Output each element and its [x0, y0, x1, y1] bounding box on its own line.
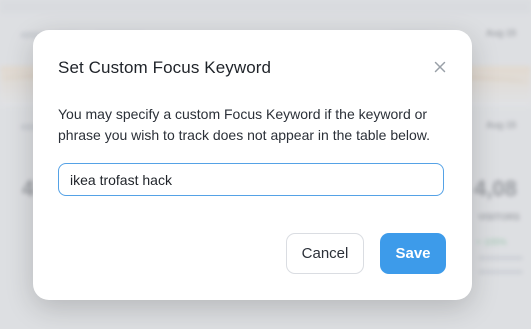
save-button[interactable]: Save: [380, 233, 446, 274]
focus-keyword-input[interactable]: [58, 163, 444, 196]
close-icon: [434, 61, 446, 73]
custom-focus-keyword-dialog: Set Custom Focus Keyword You may specify…: [33, 30, 472, 300]
dialog-description: You may specify a custom Focus Keyword i…: [58, 106, 431, 143]
dialog-title: Set Custom Focus Keyword: [58, 58, 272, 77]
cancel-button[interactable]: Cancel: [286, 233, 364, 274]
close-button[interactable]: [430, 57, 450, 77]
page: Aug 15 Aug 15 4 4,08 VISITORS + 105% Set…: [0, 0, 531, 329]
